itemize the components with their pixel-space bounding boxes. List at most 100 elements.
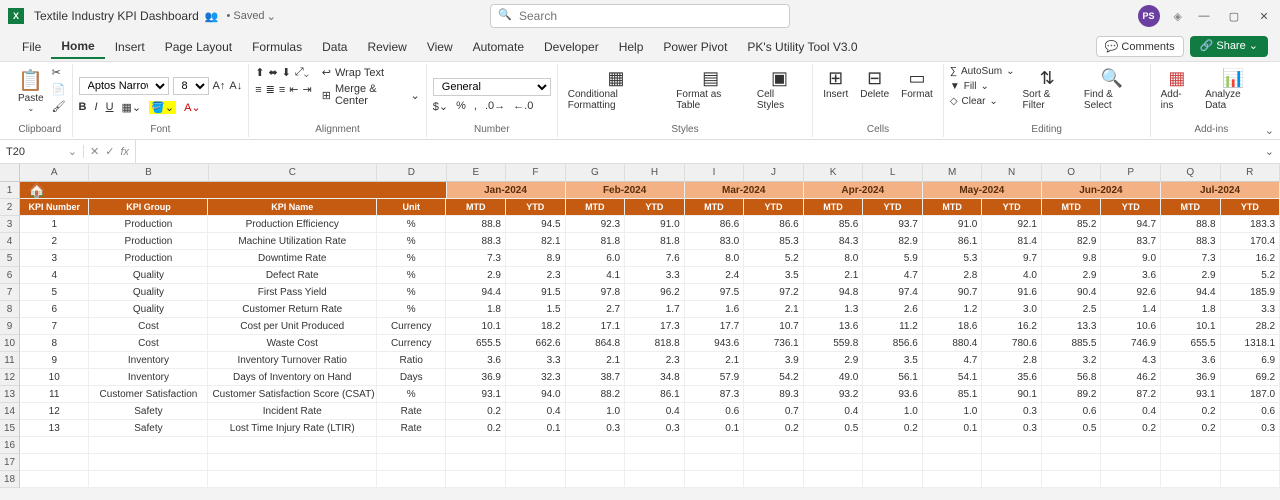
share-button[interactable]: 🔗 Share ⌄ — [1190, 36, 1268, 57]
cell-value[interactable]: 185.9 — [1221, 284, 1280, 301]
cell-value[interactable]: 82.9 — [863, 233, 923, 250]
cell-value[interactable]: 88.8 — [446, 216, 506, 233]
cell-kpi-number[interactable]: 13 — [20, 420, 89, 437]
increase-decimal-icon[interactable]: .0→ — [485, 100, 505, 112]
tab-home[interactable]: Home — [51, 35, 104, 59]
row-header-10[interactable]: 10 — [0, 335, 20, 352]
cell-value[interactable]: 94.8 — [804, 284, 864, 301]
cell-value[interactable]: 9.8 — [1042, 250, 1102, 267]
cell-value[interactable]: 2.7 — [566, 301, 626, 318]
tab-formulas[interactable]: Formulas — [242, 36, 312, 58]
cell-kpi-number[interactable]: 8 — [20, 335, 89, 352]
cell-kpi-number[interactable]: 6 — [20, 301, 89, 318]
cell-kpi-name[interactable]: Downtime Rate — [208, 250, 377, 267]
tab-page-layout[interactable]: Page Layout — [155, 36, 242, 58]
cell-value[interactable]: 86.1 — [625, 386, 685, 403]
cell-value[interactable]: 818.8 — [625, 335, 685, 352]
tab-automate[interactable]: Automate — [463, 36, 534, 58]
cell-kpi-name[interactable]: First Pass Yield — [208, 284, 377, 301]
cell-value[interactable]: 5.3 — [923, 250, 983, 267]
fill-color-button[interactable]: 🪣⌄ — [149, 101, 176, 114]
cell-value[interactable]: 2.1 — [744, 301, 804, 318]
cell-value[interactable]: 85.3 — [744, 233, 804, 250]
cell-value[interactable]: 93.7 — [863, 216, 923, 233]
cell-value[interactable]: 83.7 — [1101, 233, 1161, 250]
col-header-Q[interactable]: Q — [1161, 164, 1221, 182]
col-header-G[interactable]: G — [566, 164, 626, 182]
cell-value[interactable]: 86.6 — [744, 216, 804, 233]
cell-unit[interactable]: Ratio — [377, 352, 446, 369]
col-header-R[interactable]: R — [1221, 164, 1280, 182]
cell-styles-button[interactable]: ▣Cell Styles — [753, 66, 806, 113]
search-input[interactable] — [490, 4, 790, 28]
cell-value[interactable]: 88.2 — [566, 386, 626, 403]
cell-value[interactable]: 7.3 — [1161, 250, 1221, 267]
cell-value[interactable]: 2.9 — [1161, 267, 1221, 284]
col-header-E[interactable]: E — [447, 164, 507, 182]
col-header-O[interactable]: O — [1042, 164, 1102, 182]
col-header-P[interactable]: P — [1101, 164, 1161, 182]
cell-value[interactable]: 6.0 — [566, 250, 626, 267]
cell-value[interactable]: 92.1 — [982, 216, 1042, 233]
cell-value[interactable]: 4.7 — [923, 352, 983, 369]
cell-value[interactable]: 87.2 — [1101, 386, 1161, 403]
conditional-formatting-button[interactable]: ▦Conditional Formatting — [564, 66, 669, 113]
cell-kpi-group[interactable]: Inventory — [89, 369, 208, 386]
orientation-icon[interactable]: ⤢⌄ — [295, 66, 309, 79]
percent-icon[interactable]: % — [456, 100, 466, 112]
underline-button[interactable]: U — [106, 101, 114, 113]
cell-value[interactable]: 3.3 — [625, 267, 685, 284]
cell-value[interactable]: 13.6 — [804, 318, 864, 335]
col-header-I[interactable]: I — [685, 164, 745, 182]
row-header-11[interactable]: 11 — [0, 352, 20, 369]
cell-value[interactable]: 5.2 — [1221, 267, 1280, 284]
font-size-select[interactable]: 8 — [173, 77, 209, 95]
cell-value[interactable]: 3.0 — [982, 301, 1042, 318]
cell-value[interactable]: 2.9 — [804, 352, 864, 369]
format-as-table-button[interactable]: ▤Format as Table — [672, 66, 749, 113]
cell-value[interactable]: 2.9 — [1042, 267, 1102, 284]
cell-value[interactable]: 0.3 — [982, 403, 1042, 420]
cell-unit[interactable]: Rate — [377, 420, 446, 437]
bold-button[interactable]: B — [79, 101, 87, 113]
cell-value[interactable]: 8.0 — [685, 250, 745, 267]
cell-value[interactable]: 183.3 — [1221, 216, 1280, 233]
cell-value[interactable]: 82.1 — [506, 233, 566, 250]
cell-value[interactable]: 94.4 — [446, 284, 506, 301]
col-header-H[interactable]: H — [625, 164, 685, 182]
cell-value[interactable]: 9.0 — [1101, 250, 1161, 267]
cell-value[interactable]: 662.6 — [506, 335, 566, 352]
cell-value[interactable]: 86.1 — [923, 233, 983, 250]
insert-cells-button[interactable]: ⊞Insert — [819, 66, 852, 102]
cell-value[interactable]: 17.3 — [625, 318, 685, 335]
cell-value[interactable]: 1.2 — [923, 301, 983, 318]
row-header-14[interactable]: 14 — [0, 403, 20, 420]
cell-value[interactable]: 54.2 — [744, 369, 804, 386]
row-header-4[interactable]: 4 — [0, 233, 20, 250]
cell-kpi-number[interactable]: 10 — [20, 369, 89, 386]
cell-kpi-name[interactable]: Customer Satisfaction Score (CSAT) — [208, 386, 377, 403]
cell-value[interactable]: 1.0 — [923, 403, 983, 420]
cell-value[interactable]: 0.5 — [1042, 420, 1102, 437]
cell-kpi-number[interactable]: 7 — [20, 318, 89, 335]
cell-value[interactable]: 0.6 — [1042, 403, 1102, 420]
cell-value[interactable]: 1.0 — [863, 403, 923, 420]
cell-value[interactable]: 93.1 — [446, 386, 506, 403]
tab-insert[interactable]: Insert — [105, 36, 155, 58]
cell-value[interactable]: 0.3 — [1221, 420, 1280, 437]
cell-value[interactable]: 4.1 — [566, 267, 626, 284]
cell-value[interactable]: 1318.1 — [1221, 335, 1280, 352]
cell-value[interactable]: 0.2 — [744, 420, 804, 437]
cell-value[interactable]: 2.1 — [685, 352, 745, 369]
cell-value[interactable]: 0.1 — [685, 420, 745, 437]
cell-value[interactable]: 17.7 — [685, 318, 745, 335]
wrap-text-button[interactable]: ↩Wrap Text — [322, 66, 420, 79]
find-select-button[interactable]: 🔍Find & Select — [1080, 66, 1144, 113]
cell-value[interactable]: 780.6 — [982, 335, 1042, 352]
col-header-C[interactable]: C — [209, 164, 378, 182]
cell-value[interactable]: 96.2 — [625, 284, 685, 301]
cell-kpi-group[interactable]: Customer Satisfaction — [89, 386, 208, 403]
cell-value[interactable]: 93.2 — [804, 386, 864, 403]
cell-kpi-name[interactable]: Lost Time Injury Rate (LTIR) — [208, 420, 377, 437]
paste-button[interactable]: 📋 Paste⌄ — [14, 66, 48, 115]
